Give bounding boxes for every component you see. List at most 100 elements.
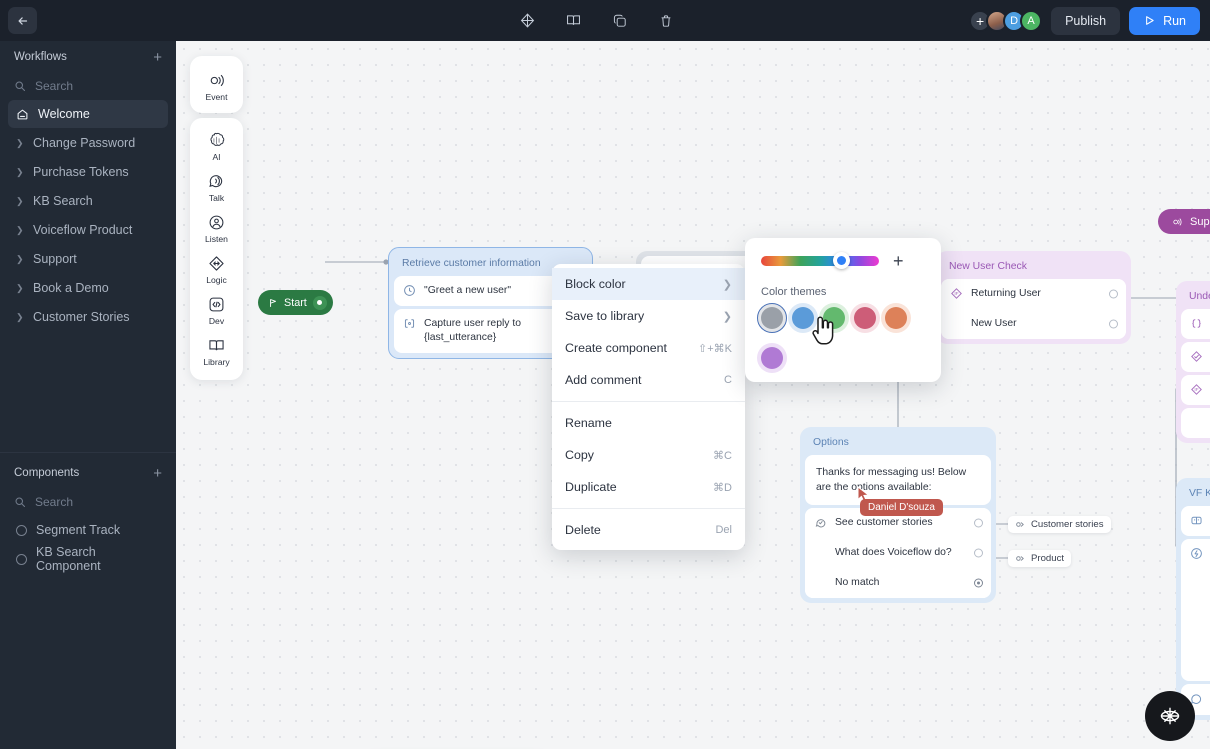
palette-item-label: Library [203, 357, 230, 367]
sidebar-item-label: Support [33, 252, 77, 266]
avatar-a[interactable]: A [1020, 9, 1043, 32]
duplicate-icon[interactable] [607, 8, 632, 33]
output-port[interactable] [974, 518, 983, 528]
trash-icon[interactable] [653, 8, 678, 33]
context-menu-item-block-color[interactable]: Block color ❯ [552, 268, 745, 300]
block-row[interactable]: IF Q [1181, 375, 1210, 406]
start-node[interactable]: Start [258, 290, 333, 315]
add-component-button[interactable]: + [153, 466, 162, 481]
context-menu-item-label: Delete [565, 523, 601, 537]
block-palette-event: Event [190, 56, 243, 113]
block-row[interactable]: Is [1181, 309, 1210, 340]
sidebar-item-label: Welcome [38, 107, 90, 121]
context-menu-item-label: Block color [565, 277, 626, 291]
sidebar-item-support[interactable]: ❯ Support [8, 245, 168, 273]
block-row[interactable]: What does Voiceflow do? [805, 538, 991, 569]
output-port[interactable] [974, 578, 983, 588]
block-row[interactable]: "{l [1181, 506, 1210, 537]
sidebar-item-label: Change Password [33, 136, 136, 150]
voiceflow-assistant-button[interactable] [1145, 691, 1195, 741]
context-menu-item-shortcut: ⇧+⌘K [698, 342, 732, 355]
svg-text:IF: IF [954, 291, 958, 297]
connector-label-product[interactable]: Product [1008, 550, 1072, 567]
output-port[interactable] [974, 548, 983, 558]
context-menu-item-rename[interactable]: Rename [552, 407, 745, 439]
palette-item-dev[interactable]: Dev [190, 289, 243, 330]
workflows-search-input[interactable]: Search [0, 73, 176, 99]
sidebar-item-book-a-demo[interactable]: ❯ Book a Demo [8, 274, 168, 302]
block-new-user-check[interactable]: New User Check IF Returning User New Use… [936, 251, 1131, 345]
palette-item-label: Listen [205, 234, 228, 244]
block-message-row[interactable]: Thanks for messaging us! Below are the o… [805, 455, 991, 506]
components-search-input[interactable]: Search [0, 489, 176, 515]
publish-button[interactable]: Publish [1051, 6, 1121, 35]
color-swatch-orange[interactable] [885, 307, 907, 329]
condition-icon: IF [951, 288, 962, 299]
palette-item-library[interactable]: Library [190, 330, 243, 371]
color-swatch-gray[interactable] [757, 303, 787, 333]
context-menu-item-duplicate[interactable]: Duplicate ⌘D [552, 471, 745, 503]
block-row[interactable]: IF Returning User [941, 279, 1126, 310]
block-title: Options [813, 437, 849, 448]
chevron-right-icon: ❯ [16, 224, 24, 235]
add-workflow-button[interactable]: + [153, 50, 162, 65]
output-port[interactable] [1109, 319, 1118, 329]
context-menu-item-copy[interactable]: Copy ⌘C [552, 439, 745, 471]
start-port[interactable] [312, 295, 327, 310]
context-menu-item-create-component[interactable]: Create component ⇧+⌘K [552, 332, 745, 364]
link-icon [1016, 522, 1024, 527]
block-palette: AI Talk Listen Logic Dev Library [190, 118, 243, 380]
context-menu-item-shortcut: C [724, 374, 732, 386]
color-swatch-purple[interactable] [761, 347, 783, 369]
search-icon [15, 497, 26, 508]
components-title: Components [14, 467, 80, 479]
chevron-right-icon: ❯ [722, 278, 732, 291]
sidebar-item-purchase-tokens[interactable]: ❯ Purchase Tokens [8, 158, 168, 186]
output-port[interactable] [1109, 289, 1118, 299]
sidebar-item-kb-search[interactable]: ❯ KB Search [8, 187, 168, 215]
add-color-button[interactable]: + [893, 252, 904, 270]
palette-item-event[interactable]: Event [190, 65, 243, 106]
ai-icon [210, 132, 225, 146]
block-row[interactable]: Se [1181, 342, 1210, 373]
sidebar-item-welcome[interactable]: Welcome [8, 100, 168, 128]
dev-icon [209, 297, 224, 312]
block-color-panel: + Color themes [745, 238, 941, 382]
back-button[interactable] [8, 7, 37, 34]
hue-slider-handle[interactable] [833, 252, 850, 269]
run-button[interactable]: Run [1129, 6, 1200, 35]
context-menu-item-label: Save to library [565, 309, 645, 323]
palette-item-ai[interactable]: AI [190, 125, 243, 166]
sidebar-item-label: KB Search [33, 194, 93, 208]
sidebar-item-customer-stories[interactable]: ❯ Customer Stories [8, 303, 168, 331]
sidebar-item-segment-track[interactable]: Segment Track [8, 516, 168, 544]
block-row[interactable]: No match [805, 568, 991, 599]
hue-slider[interactable] [761, 252, 879, 269]
context-menu-item-save-to-library[interactable]: Save to library ❯ [552, 300, 745, 332]
support-event-node[interactable]: Support [1158, 209, 1210, 234]
palette-item-logic[interactable]: Logic [190, 248, 243, 289]
block-understand[interactable]: Underst Is Se IF Q N [1176, 281, 1210, 444]
block-row[interactable]: New User [941, 309, 1126, 340]
check-icon [1191, 351, 1202, 362]
sidebar-item-voiceflow-product[interactable]: ❯ Voiceflow Product [8, 216, 168, 244]
library-book-icon[interactable] [561, 8, 586, 33]
block-row[interactable]: "Y {la Th {la As ca lan [1181, 539, 1210, 682]
color-swatch-pink[interactable] [854, 307, 876, 329]
context-menu-item-add-comment[interactable]: Add comment C [552, 364, 745, 396]
block-vf-knowledge[interactable]: VF Know "{l "Y {la Th {la As ca lan Lis [1176, 478, 1210, 720]
connector-label-customer-stories[interactable]: Customer stories [1008, 516, 1111, 533]
block-row[interactable]: N [1181, 408, 1210, 439]
sidebar-item-change-password[interactable]: ❯ Change Password [8, 129, 168, 157]
palette-item-listen[interactable]: Listen [190, 207, 243, 248]
context-menu-item-delete[interactable]: Delete Del [552, 514, 745, 546]
sidebar-item-kb-search-component[interactable]: KB Search Component [8, 545, 168, 573]
collaborator-cursor-label: Daniel D'souza [860, 499, 943, 516]
top-bar: + D A Publish Run [0, 0, 1210, 41]
context-menu-item-shortcut: ⌘D [713, 481, 732, 494]
circle-icon [16, 553, 27, 565]
logic-diamond-icon[interactable] [515, 8, 540, 33]
palette-item-talk[interactable]: Talk [190, 166, 243, 207]
sidebar-item-label: Book a Demo [33, 281, 109, 295]
set-icon [1192, 319, 1201, 328]
